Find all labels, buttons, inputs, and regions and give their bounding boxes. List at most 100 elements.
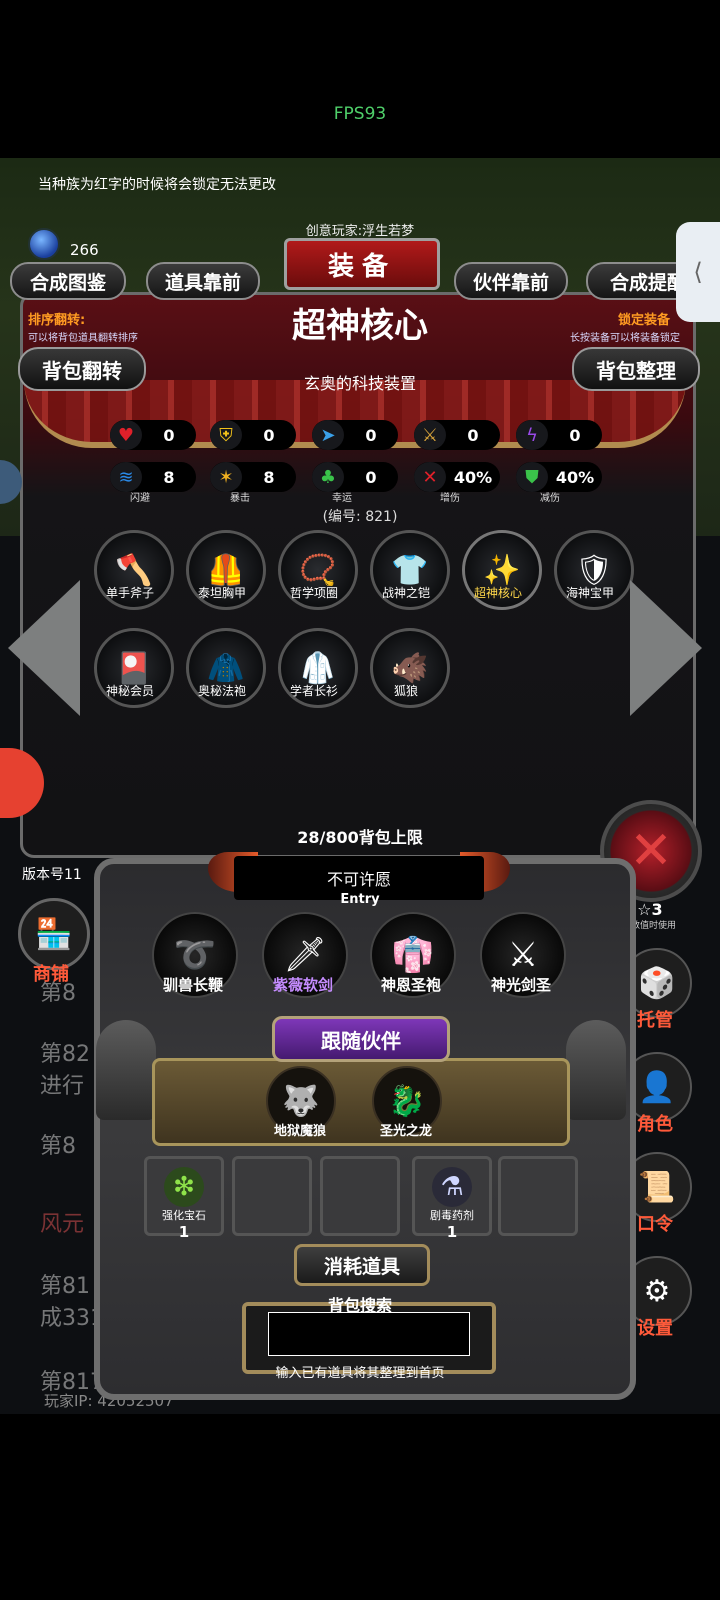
staff-icon: 🗡 (283, 935, 327, 975)
gem-count: 266 (70, 241, 99, 259)
stat-dodge: ≋ 8 (110, 462, 196, 492)
equipped-skill-label: 紫薇软剑 (272, 976, 333, 994)
shop-icon: 🏪 (35, 916, 73, 952)
consumable-count: 1 (178, 1223, 190, 1241)
race-lock-notice: 当种族为红字的时候将会锁定无法更改 (38, 177, 276, 193)
stat-value: 8 (163, 467, 175, 487)
hell-wolf-icon: 🐺 (282, 1083, 320, 1119)
consumable-label: 强化宝石 (162, 1209, 206, 1222)
stat-value: 0 (365, 425, 377, 445)
stat-damage-up: ✕ 40% (414, 462, 500, 492)
equipped-skill-label: 神光剑圣 (490, 976, 551, 994)
chest-armor-icon: 🦺 (207, 552, 245, 588)
crit-icon: ✶ (210, 462, 242, 492)
stat-magic: ϟ 0 (516, 420, 602, 450)
stat-label: 闪避 (130, 493, 150, 504)
inventory-slot-label: 海神宝甲 (565, 586, 614, 600)
stat-value: 0 (263, 425, 275, 445)
speed-icon: ➤ (312, 420, 344, 450)
holy-robe-icon: 👘 (391, 935, 435, 975)
stat-value: 0 (569, 425, 581, 445)
poison-bottle-icon: ⚗ (432, 1167, 472, 1207)
damage-up-icon: ✕ (414, 462, 446, 492)
next-page-arrow-icon[interactable] (630, 580, 702, 716)
knight-icon: ⚔ (507, 935, 539, 975)
stat-value: 0 (163, 425, 175, 445)
inventory-slot-label: 泰坦胸甲 (197, 586, 246, 600)
whip-icon: ➰ (173, 935, 217, 975)
inventory-slot-label: 战神之铠 (381, 586, 430, 600)
page-title: 装备 (284, 238, 440, 290)
inventory-slot-label: 单手斧子 (105, 586, 154, 600)
dragon-statue-left (96, 1020, 156, 1120)
wolf-icon: 🐗 (391, 650, 429, 686)
stat-label: 减伤 (540, 493, 560, 504)
fps-counter: FPS93 (333, 104, 387, 124)
stat-crit: ✶ 8 (210, 462, 296, 492)
entry-label: Entry (340, 892, 380, 907)
bag-search-input[interactable] (268, 1312, 470, 1356)
consumable-label: 剧毒药剂 (430, 1209, 474, 1222)
heart-icon: ♥ (110, 420, 142, 450)
selected-item-name: 超神核心 (292, 306, 428, 346)
consumable-slot-empty[interactable] (320, 1156, 400, 1236)
stat-damage-reduce: ⛊ 40% (516, 462, 602, 492)
card-icon: 🎴 (115, 650, 153, 686)
creator-credit: 创意玩家:浮生若梦 (305, 224, 415, 239)
consumable-slot-empty[interactable] (498, 1156, 578, 1236)
stat-speed: ➤ 0 (312, 420, 398, 450)
tab-synthesis-catalog[interactable]: 合成图鉴 (10, 262, 126, 300)
inventory-slot-label: 神秘会员 (105, 684, 154, 698)
version-number: 版本号11 (22, 867, 82, 883)
tab-partners-first[interactable]: 伙伴靠前 (454, 262, 568, 300)
sword-icon: ⚔ (414, 420, 446, 450)
scroll-icon: 📜 (638, 1169, 676, 1205)
stat-value: 8 (263, 467, 275, 487)
stat-armor: ⛨ 0 (210, 420, 296, 450)
prev-page-arrow-icon[interactable] (8, 580, 80, 716)
stat-value: 0 (365, 467, 377, 487)
consumable-slot[interactable]: ❇ 强化宝石 1 (144, 1156, 224, 1241)
stat-value: 40% (555, 467, 595, 487)
shop-label: 商铺 (33, 964, 69, 985)
dragon-icon: 🐉 (388, 1083, 426, 1119)
necklace-icon: 📿 (299, 552, 337, 588)
stat-attack: ⚔ 0 (414, 420, 500, 450)
armor-icon: ⛨ (210, 420, 242, 450)
stat-luck: ♣ 0 (312, 462, 398, 492)
partner-label: 圣光之龙 (379, 1124, 432, 1139)
inventory-slot-label: 哲学项圈 (289, 586, 338, 600)
item-serial: (编号: 821) (322, 509, 398, 525)
stat-label: 暴击 (230, 493, 250, 504)
follow-partner-title: 跟随伙伴 (272, 1016, 450, 1062)
screen-bottom-black (0, 1414, 720, 1600)
stat-label: 幸运 (332, 493, 352, 504)
dice-icon: 🎲 (638, 965, 676, 1001)
green-robe-icon: 🥼 (299, 650, 337, 686)
inventory-slot-label: 超神核心 (473, 586, 522, 600)
green-gem-icon: ❇ (164, 1167, 204, 1207)
gold-armor-icon: 🛡 (574, 552, 614, 588)
stat-label: 增伤 (440, 493, 460, 504)
shield-icon: ⛊ (516, 462, 548, 492)
log-line: 第82 (40, 1042, 90, 1067)
equipped-skill-label: 驯兽长鞭 (162, 976, 223, 994)
close-icon: ✕ (629, 821, 673, 881)
equipped-skill-label: 神恩圣袍 (380, 976, 441, 994)
tab-items-first[interactable]: 道具靠前 (146, 262, 260, 300)
consumable-slot[interactable]: ⚗ 剧毒药剂 1 (412, 1156, 492, 1241)
lightning-icon: ϟ (516, 420, 548, 450)
dodge-icon: ≋ (110, 462, 142, 492)
stat-value: 0 (467, 425, 479, 445)
bag-search-hint: 输入已有道具将其整理到首页 (275, 1366, 445, 1381)
bag-sort-button[interactable]: 背包整理 (572, 347, 700, 391)
red-armor-icon: 👕 (391, 552, 429, 588)
consumable-slot-empty[interactable] (232, 1156, 312, 1236)
stat-hp: ♥ 0 (110, 420, 196, 450)
inventory-slot-label: 奥秘法袍 (197, 684, 246, 698)
inventory-slot-label: 学者长衫 (289, 684, 338, 698)
dragon-statue-right (566, 1020, 626, 1120)
bag-flip-button[interactable]: 背包翻转 (18, 347, 146, 391)
log-line: 第8 (40, 1134, 76, 1159)
log-line: 风元 (40, 1212, 85, 1237)
